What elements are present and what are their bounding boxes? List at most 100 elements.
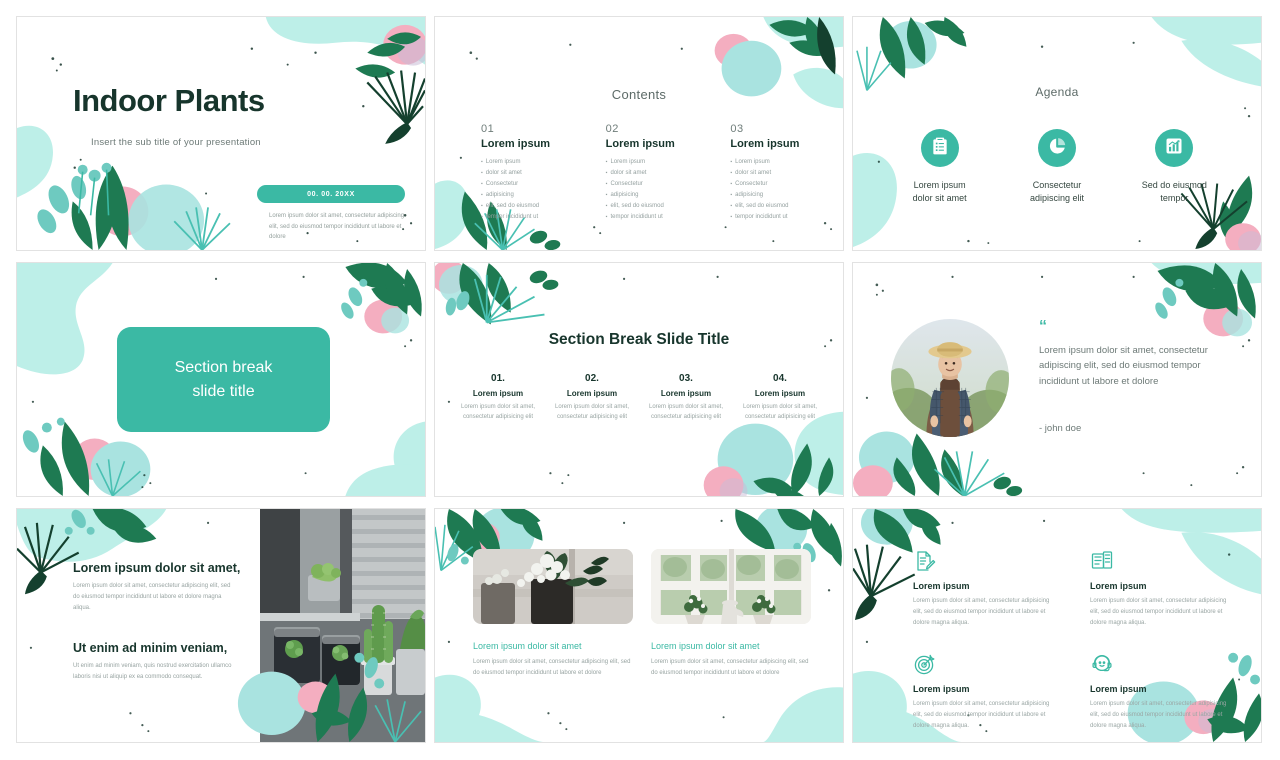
agenda-item-label: Consectetur adipiscing elit [1029, 180, 1084, 204]
feature-title: Lorem ipsum [913, 684, 970, 695]
feature-item[interactable]: Lorem ipsum Lorem ipsum dolor sit amet, … [913, 549, 1050, 628]
headset-support-icon [1090, 652, 1114, 676]
heading-secondary: Ut enim ad minim veniam, [73, 641, 228, 655]
column-title: Lorem ipsum [730, 138, 800, 150]
quote-text: Lorem ipsum dolor sit amet, consectetur … [1039, 345, 1208, 387]
slide-text-and-image[interactable]: Lorem ipsum dolor sit amet, Lorem ipsum … [16, 508, 426, 743]
list-item: tempor incididunt ut [730, 212, 819, 223]
card-row: Lorem ipsum dolor sit amet Lorem ipsum d… [473, 549, 813, 679]
card-photo [651, 549, 811, 624]
document-edit-icon [913, 549, 937, 573]
feature-body: Lorem ipsum dolor sit amet, consectetur … [913, 701, 1050, 729]
feature-item[interactable]: Lorem ipsum Lorem ipsum dolor sit amet, … [1090, 652, 1227, 731]
quote-mark-icon: “ [1039, 318, 1047, 335]
feature-title: Lorem ipsum [913, 581, 970, 591]
agenda-icon-circle [1037, 129, 1076, 167]
section-item[interactable]: 03. Lorem ipsum Lorem ipsum dolor sit am… [639, 373, 733, 422]
item-body: Lorem ipsum dolor sit amet, consectetur … [742, 404, 818, 421]
slide-photo [260, 509, 425, 742]
page-title: Contents [611, 87, 667, 102]
slide-title[interactable]: Indoor Plants Insert the sub title of yo… [16, 16, 426, 251]
list-item: tempor incididunt ut [606, 212, 695, 223]
page-title: Indoor Plants [73, 83, 265, 118]
slide-two-cards[interactable]: Lorem ipsum dolor sit amet Lorem ipsum d… [434, 508, 844, 743]
item-title: Lorem ipsum [754, 389, 806, 398]
item-title: Lorem ipsum [472, 389, 524, 398]
list-item: Lorem ipsum [606, 157, 695, 168]
feature-grid: Lorem ipsum Lorem ipsum dolor sit amet, … [913, 549, 1227, 732]
item-body: Lorem ipsum dolor sit amet, consectetur … [460, 404, 536, 421]
column-number: 03 [730, 123, 744, 135]
item-number: 03. [679, 373, 693, 384]
card-title: Lorem ipsum dolor sit amet [651, 641, 760, 651]
section-item[interactable]: 01. Lorem ipsum Lorem ipsum dolor sit am… [451, 373, 545, 422]
slide-four-features[interactable]: Lorem ipsum Lorem ipsum dolor sit amet, … [852, 508, 1262, 743]
list-item: adipisicing [481, 190, 570, 201]
slide-agenda[interactable]: Agenda Lorem ipsum dolor sit amet Consec… [852, 16, 1262, 251]
agenda-item[interactable]: Lorem ipsum dolor sit amet [881, 129, 998, 205]
contents-columns: 01 Lorem ipsum Lorem ipsum dolor sit ame… [481, 123, 819, 224]
list-item: dolor sit amet [606, 168, 695, 179]
list-item: Lorem ipsum [730, 157, 819, 168]
contents-column[interactable]: 02 Lorem ipsum Lorem ipsum dolor sit ame… [606, 123, 695, 224]
section-break-box[interactable]: Section break slide title [117, 327, 330, 432]
page-title: Section Break Slide Title [548, 331, 730, 348]
item-title: Lorem ipsum [660, 389, 712, 398]
paragraph-secondary: Ut enim ad minim veniam, quis nostrud ex… [73, 663, 232, 681]
list-item: Consectetur [481, 179, 570, 190]
item-title: Lorem ipsum [566, 389, 618, 398]
section-break-text: Section break slide title [174, 358, 273, 400]
item-body: Lorem ipsum dolor sit amet, consectetur … [648, 404, 724, 421]
paragraph-primary: Lorem ipsum dolor sit amet, consectetur … [73, 583, 231, 612]
newspaper-layout-icon [1090, 549, 1114, 573]
slide-deck-grid: Indoor Plants Insert the sub title of yo… [0, 0, 1280, 760]
feature-body: Lorem ipsum dolor sit amet, consectetur … [913, 598, 1050, 626]
agenda-item[interactable]: Consectetur adipiscing elit [998, 129, 1115, 205]
slide-contents[interactable]: Contents 01 Lorem ipsum Lorem ipsum dolo… [434, 16, 844, 251]
card-title: Lorem ipsum dolor sit amet [473, 641, 582, 651]
feature-item[interactable]: Lorem ipsum Lorem ipsum dolor sit amet, … [913, 652, 1050, 731]
agenda-icon-circle [1155, 129, 1194, 167]
list-item: elit, sed do eiusmod [606, 201, 695, 212]
target-dart-icon [913, 652, 937, 676]
list-item: Consectetur [730, 179, 819, 190]
list-item: dolor sit amet [481, 168, 570, 179]
column-number: 02 [605, 123, 619, 135]
column-number: 01 [481, 123, 495, 135]
content-card[interactable]: Lorem ipsum dolor sit amet Lorem ipsum d… [473, 549, 633, 679]
slide-section-break-four[interactable]: Section Break Slide Title 01. Lorem ipsu… [434, 262, 844, 497]
card-body: Lorem ipsum dolor sit amet, consectetur … [473, 659, 631, 676]
list-item: dolor sit amet [730, 168, 819, 179]
card-photo [473, 549, 633, 624]
agenda-item[interactable]: Sed do eiusmod tempor [1116, 129, 1233, 205]
item-body: Lorem ipsum dolor sit amet, consectetur … [554, 404, 630, 421]
feature-body: Lorem ipsum dolor sit amet, consectetur … [1090, 701, 1227, 729]
content-card[interactable]: Lorem ipsum dolor sit amet Lorem ipsum d… [651, 549, 811, 679]
list-item: adipisicing [730, 190, 819, 201]
bar-chart-trend-icon [1164, 136, 1184, 161]
quote-author: - john doe [1039, 423, 1082, 434]
item-number: 01. [491, 373, 505, 384]
item-number: 04. [773, 373, 787, 384]
date-badge: 00. 00. 20XX [257, 185, 405, 203]
item-number: 02. [585, 373, 599, 384]
contents-column[interactable]: 03 Lorem ipsum Lorem ipsum dolor sit ame… [730, 123, 819, 224]
pie-chart-icon [1047, 136, 1067, 161]
section-item[interactable]: 04. Lorem ipsum Lorem ipsum dolor sit am… [733, 373, 827, 422]
list-item: tempor incididunt ut [481, 212, 570, 223]
contents-column[interactable]: 01 Lorem ipsum Lorem ipsum dolor sit ame… [481, 123, 570, 224]
agenda-items: Lorem ipsum dolor sit amet Consectetur a… [881, 129, 1233, 205]
list-item: adipisicing [606, 190, 695, 201]
slide-quote[interactable]: “ Lorem ipsum dolor sit amet, consectetu… [852, 262, 1262, 497]
section-item[interactable]: 02. Lorem ipsum Lorem ipsum dolor sit am… [545, 373, 639, 422]
feature-item[interactable]: Lorem ipsum Lorem ipsum dolor sit amet, … [1090, 549, 1227, 628]
title-body-text: Lorem ipsum dolor sit amet, consectetur … [269, 213, 405, 240]
feature-title: Lorem ipsum [1090, 581, 1147, 591]
page-title: Agenda [1035, 85, 1079, 99]
slide-section-break-box[interactable]: Section break slide title [16, 262, 426, 497]
heading-primary: Lorem ipsum dolor sit amet, [73, 561, 241, 575]
list-item: elit, sed do eiusmod [481, 201, 570, 212]
feature-body: Lorem ipsum dolor sit amet, consectetur … [1090, 598, 1227, 626]
column-title: Lorem ipsum [605, 138, 675, 150]
agenda-icon-circle [920, 129, 959, 167]
